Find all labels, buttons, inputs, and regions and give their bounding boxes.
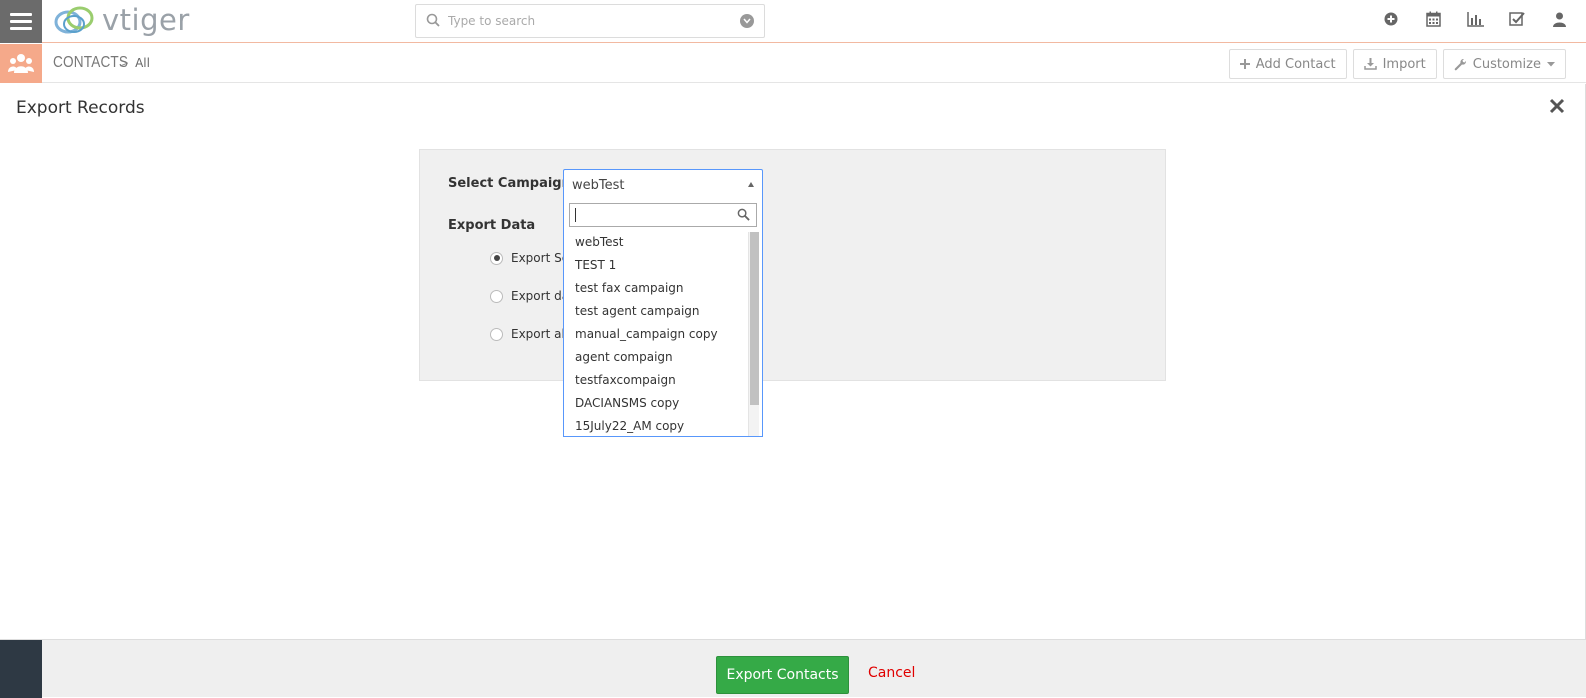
radio-label: Export Se	[511, 251, 570, 265]
top-icons	[1382, 10, 1568, 28]
export-options-panel: Select Campaign Export Data Export Se Ex…	[419, 149, 1166, 381]
contacts-module-icon[interactable]	[0, 44, 42, 83]
export-contacts-button[interactable]: Export Contacts	[716, 656, 849, 694]
customize-label: Customize	[1472, 56, 1541, 72]
export-data-label: Export Data	[448, 218, 536, 233]
plus-circle-icon[interactable]	[1382, 10, 1400, 28]
dropdown-scrollbar[interactable]	[748, 232, 759, 436]
logo-swirl-icon	[54, 6, 94, 34]
campaign-dropdown: webTest TEST 1 test fax campaign test ag…	[563, 199, 763, 437]
calendar-icon[interactable]	[1424, 10, 1442, 28]
select-arrow-up-icon	[748, 182, 754, 187]
menu-line	[10, 13, 32, 16]
caret-down-icon	[1547, 61, 1555, 66]
campaign-select[interactable]: webTest	[563, 169, 763, 200]
plus-icon	[1239, 59, 1250, 69]
checkbox-icon[interactable]	[1508, 10, 1526, 28]
menu-line	[10, 27, 32, 30]
customize-button[interactable]: Customize	[1442, 49, 1566, 79]
sidebar-strip	[0, 640, 42, 698]
scrollbar-thumb[interactable]	[750, 232, 759, 405]
radio-export-current-page[interactable]: Export da	[490, 289, 569, 303]
wrench-icon	[1454, 58, 1466, 70]
cancel-link[interactable]: Cancel	[868, 665, 915, 681]
campaign-option[interactable]: DACIANSMS copy	[564, 392, 747, 415]
radio-button[interactable]	[490, 289, 503, 303]
download-icon	[1363, 58, 1377, 70]
campaign-option[interactable]: TEST 1	[564, 254, 747, 277]
breadcrumb-view[interactable]: All	[135, 56, 150, 70]
radio-button[interactable]	[490, 327, 503, 341]
campaign-option[interactable]: test fax campaign	[564, 277, 747, 300]
user-icon[interactable]	[1550, 10, 1568, 28]
radio-export-all[interactable]: Export all	[490, 327, 568, 341]
campaign-option[interactable]: manual_campaign copy	[564, 323, 747, 346]
radio-button-checked[interactable]	[490, 251, 503, 265]
breadcrumb-module[interactable]: CONTACTS	[53, 54, 128, 72]
radio-label: Export all	[511, 327, 569, 341]
import-label: Import	[1382, 56, 1426, 72]
campaign-search-input[interactable]	[569, 203, 757, 227]
add-contact-button[interactable]: Add Contact	[1228, 49, 1347, 79]
bar-chart-icon[interactable]	[1466, 10, 1484, 28]
global-search[interactable]	[415, 4, 765, 38]
breadcrumb: CONTACTS > All	[53, 54, 150, 72]
select-campaign-label: Select Campaign	[448, 176, 571, 191]
export-records-modal: Export Records Select Campaign Export Da…	[0, 84, 1586, 639]
text-cursor	[575, 208, 576, 222]
campaign-option[interactable]: agent compaign	[564, 346, 747, 369]
campaign-option[interactable]: test agent campaign	[564, 300, 747, 323]
campaign-select-value: webTest	[572, 178, 625, 193]
vtiger-logo[interactable]: vtiger	[52, 2, 190, 38]
modal-footer: Export Contacts Cancel	[0, 639, 1586, 698]
search-input[interactable]	[448, 11, 728, 31]
top-bar: vtiger	[0, 0, 1586, 43]
logo-text: vtiger	[102, 3, 190, 37]
campaign-option[interactable]: 15July22_AM copy	[564, 415, 747, 436]
radio-export-selected[interactable]: Export Se	[490, 251, 569, 265]
search-filter-dropdown-icon[interactable]	[740, 14, 754, 28]
module-bar: CONTACTS > All Add Contact Import Custom…	[0, 44, 1586, 83]
menu-line	[10, 20, 32, 23]
hamburger-menu-button[interactable]	[0, 0, 42, 43]
modal-title: Export Records	[16, 98, 145, 118]
campaign-options-list: webTest TEST 1 test fax campaign test ag…	[564, 231, 747, 436]
add-contact-label: Add Contact	[1255, 56, 1336, 72]
radio-label: Export da	[511, 289, 570, 303]
campaign-option[interactable]: webTest	[564, 231, 747, 254]
search-icon	[426, 13, 440, 27]
module-actions: Add Contact Import Customize	[1228, 49, 1566, 79]
search-icon	[737, 208, 750, 221]
close-icon[interactable]	[1549, 98, 1567, 116]
import-button[interactable]: Import	[1352, 49, 1437, 79]
campaign-option[interactable]: testfaxcompaign	[564, 369, 747, 392]
